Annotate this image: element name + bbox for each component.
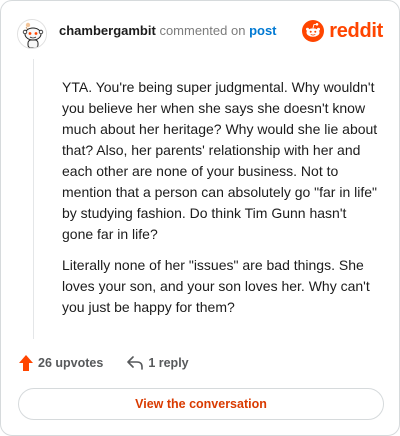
username[interactable]: chambergambit [59,23,156,38]
reddit-logo[interactable]: reddit [302,20,383,43]
embedded-comment-card: chambergambit commented on post reddit Y… [0,0,400,436]
reddit-wordmark: reddit [329,19,383,42]
comment-header: chambergambit commented on post reddit [17,19,383,49]
comment-paragraph: YTA. You're being super judgmental. Why … [62,79,378,242]
upvote-button[interactable]: 26 upvotes [19,355,103,371]
post-link[interactable]: post [249,23,276,38]
comment-meta: chambergambit commented on post [59,23,277,38]
thread-line[interactable] [33,59,34,339]
reddit-snoo-icon [302,20,325,42]
user-avatar[interactable] [17,19,47,49]
reply-count: 1 reply [148,356,189,370]
upvote-count: 26 upvotes [38,356,104,370]
reply-arrow-icon [127,356,144,370]
view-conversation-button[interactable]: View the conversation [18,388,384,420]
comment-paragraph: Literally none of her "issues" are bad t… [62,257,370,315]
snoo-avatar-icon [18,20,46,48]
commented-label: commented on [159,22,246,38]
comment-actions: 26 upvotes 1 reply [19,355,189,371]
upvote-arrow-icon [19,355,33,371]
reply-button[interactable]: 1 reply [127,356,189,370]
comment-body: YTA. You're being super judgmental. Why … [62,77,378,328]
